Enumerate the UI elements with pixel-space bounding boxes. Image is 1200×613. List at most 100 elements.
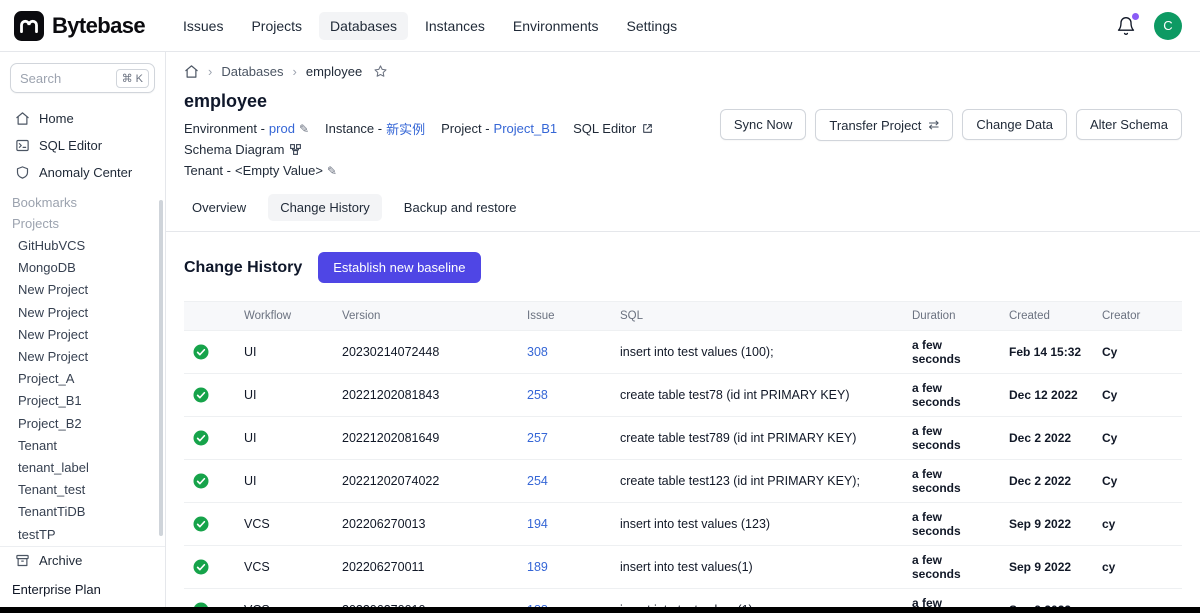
environment-link[interactable]: prod — [269, 121, 295, 136]
sidebar-project-item[interactable]: Project_B1 — [0, 390, 165, 412]
table-row[interactable]: VCS 202206270011 189 insert into test va… — [184, 546, 1182, 589]
nav-item-instances[interactable]: Instances — [414, 12, 496, 40]
breadcrumb-home-icon[interactable] — [184, 64, 199, 79]
cell-duration: a few seconds — [904, 503, 1001, 546]
pencil-icon[interactable]: ✎ — [299, 122, 309, 136]
bookmarks-section-header: Bookmarks — [0, 186, 165, 214]
table-row[interactable]: UI 20221202081649 257 create table test7… — [184, 417, 1182, 460]
breadcrumb: › Databases › employee — [166, 52, 1200, 83]
sidebar-project-item[interactable]: Tenant — [0, 435, 165, 457]
sidebar-project-item[interactable]: tenant_label — [0, 457, 165, 479]
pencil-icon[interactable]: ✎ — [327, 164, 337, 178]
cell-created: Sep 9 2022 — [1001, 546, 1094, 589]
cell-created: Sep 9 2022 — [1001, 589, 1094, 608]
sync-now-button[interactable]: Sync Now — [720, 109, 807, 140]
tab-backup-restore[interactable]: Backup and restore — [392, 194, 529, 221]
cell-duration: a few seconds — [904, 374, 1001, 417]
bytebase-app: Bytebase Issues Projects Databases Insta… — [0, 0, 1200, 613]
establish-baseline-button[interactable]: Establish new baseline — [318, 252, 480, 283]
sidebar-project-item[interactable]: TenantTiDB — [0, 501, 165, 523]
issue-link[interactable]: 254 — [527, 474, 548, 488]
tab-overview[interactable]: Overview — [180, 194, 258, 221]
tenant-value: <Empty Value> — [235, 163, 323, 178]
alter-schema-button[interactable]: Alter Schema — [1076, 109, 1182, 140]
column-header-sql: SQL — [612, 302, 904, 331]
favorite-star-icon[interactable] — [373, 64, 388, 79]
tab-change-history[interactable]: Change History — [268, 194, 382, 221]
issue-link[interactable]: 189 — [527, 560, 548, 574]
page-header-left: employee Environment - prod ✎ Instance -… — [184, 91, 720, 184]
column-header-workflow: Workflow — [236, 302, 334, 331]
sidebar-project-item[interactable]: MongoDB — [0, 257, 165, 279]
shield-icon — [14, 165, 30, 180]
nav-item-issues[interactable]: Issues — [172, 12, 234, 40]
cell-sql: create table test78 (id int PRIMARY KEY) — [612, 374, 904, 417]
main-nav: Issues Projects Databases Instances Envi… — [172, 12, 1116, 40]
sidebar-scrollbar[interactable] — [159, 200, 163, 536]
notifications-bell-icon[interactable] — [1116, 16, 1136, 36]
cell-creator: cy — [1094, 546, 1182, 589]
sidebar: ⌘ K Home SQL Editor Anomaly Center — [0, 52, 166, 607]
success-check-icon — [192, 386, 228, 404]
instance-link[interactable]: 新实例 — [386, 119, 425, 138]
brand-logo[interactable]: Bytebase — [14, 11, 172, 41]
schema-diagram-icon — [289, 143, 302, 156]
issue-link[interactable]: 257 — [527, 431, 548, 445]
nav-item-projects[interactable]: Projects — [240, 12, 313, 40]
section-header: Change History Establish new baseline — [184, 252, 1182, 283]
cell-duration: a few seconds — [904, 460, 1001, 503]
page-title: employee — [184, 91, 720, 112]
issue-link[interactable]: 258 — [527, 388, 548, 402]
breadcrumb-employee[interactable]: employee — [306, 64, 362, 79]
sidebar-item-anomaly-center[interactable]: Anomaly Center — [0, 159, 165, 186]
nav-item-databases[interactable]: Databases — [319, 12, 408, 40]
enterprise-plan-label[interactable]: Enterprise Plan — [0, 574, 165, 607]
sidebar-item-sql-editor[interactable]: SQL Editor — [0, 132, 165, 159]
sidebar-project-item[interactable]: New Project — [0, 324, 165, 346]
column-header-version: Version — [334, 302, 519, 331]
success-check-icon — [192, 515, 228, 533]
sidebar-project-item[interactable]: Tenant_test — [0, 479, 165, 501]
breadcrumb-databases[interactable]: Databases — [221, 64, 283, 79]
database-tabs: Overview Change History Backup and resto… — [166, 184, 1200, 232]
chevron-right-icon: › — [293, 64, 297, 79]
projects-section-header: Projects — [0, 214, 165, 235]
schema-diagram-link[interactable]: Schema Diagram — [184, 142, 302, 157]
user-avatar[interactable]: C — [1154, 12, 1182, 40]
notification-dot — [1132, 13, 1139, 20]
table-row[interactable]: VCS 202206270010 188 insert into test va… — [184, 589, 1182, 608]
sidebar-project-item[interactable]: GitHubVCS — [0, 235, 165, 257]
sidebar-project-item[interactable]: New Project — [0, 346, 165, 368]
cell-creator: Cy — [1094, 460, 1182, 503]
change-data-button[interactable]: Change Data — [962, 109, 1067, 140]
sidebar-item-home[interactable]: Home — [0, 105, 165, 132]
sidebar-project-item[interactable]: Project_B2 — [0, 413, 165, 435]
issue-link[interactable]: 194 — [527, 517, 548, 531]
table-row[interactable]: UI 20221202081843 258 create table test7… — [184, 374, 1182, 417]
sidebar-item-archive[interactable]: Archive — [0, 547, 165, 574]
sql-editor-link-label: SQL Editor — [573, 121, 636, 136]
issue-link[interactable]: 308 — [527, 345, 548, 359]
environment-label: Environment - — [184, 121, 265, 136]
sidebar-project-item[interactable]: New Project — [0, 279, 165, 301]
table-row[interactable]: VCS 202206270013 194 insert into test va… — [184, 503, 1182, 546]
search-input[interactable] — [20, 71, 106, 86]
cell-creator: cy — [1094, 503, 1182, 546]
transfer-project-button[interactable]: Transfer Project ⇄ — [815, 109, 953, 141]
sidebar-project-item[interactable]: New Project — [0, 302, 165, 324]
nav-item-settings[interactable]: Settings — [616, 12, 689, 40]
transfer-project-label: Transfer Project — [829, 118, 921, 133]
nav-item-environments[interactable]: Environments — [502, 12, 610, 40]
sql-editor-link[interactable]: SQL Editor — [573, 121, 654, 136]
table-row[interactable]: UI 20221202074022 254 create table test1… — [184, 460, 1182, 503]
search-box[interactable]: ⌘ K — [10, 63, 155, 93]
project-link[interactable]: Project_B1 — [494, 121, 558, 136]
sidebar-project-item[interactable]: Project_A — [0, 368, 165, 390]
sidebar-project-item[interactable]: testTP — [0, 524, 165, 542]
cell-created: Dec 2 2022 — [1001, 460, 1094, 503]
top-navbar: Bytebase Issues Projects Databases Insta… — [0, 0, 1200, 52]
cell-sql: insert into test values(1) — [612, 589, 904, 608]
table-row[interactable]: UI 20230214072448 308 insert into test v… — [184, 331, 1182, 374]
bytebase-logo-icon — [14, 11, 44, 41]
column-header-issue: Issue — [519, 302, 612, 331]
